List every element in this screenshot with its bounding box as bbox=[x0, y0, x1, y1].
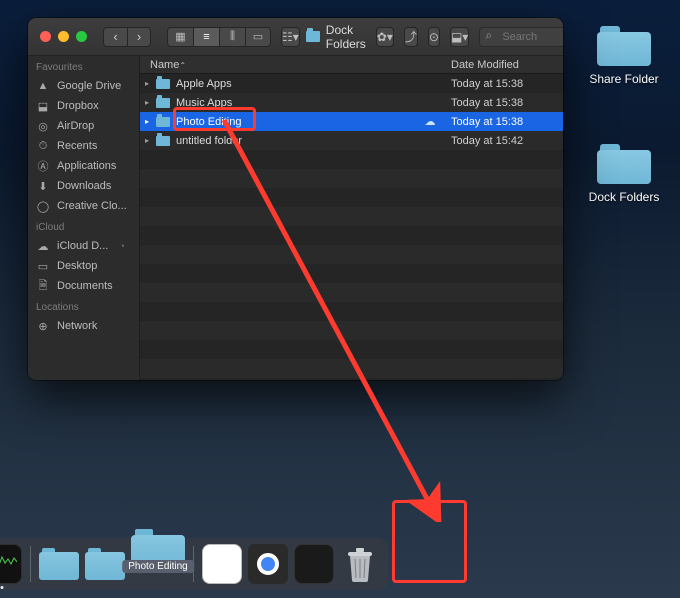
trash-icon bbox=[344, 546, 376, 582]
column-name[interactable]: Name⌃ bbox=[140, 59, 445, 71]
file-name: Apple Apps bbox=[176, 78, 445, 90]
file-date: Today at 15:38 bbox=[445, 97, 563, 109]
minimize-button[interactable] bbox=[58, 31, 69, 42]
sidebar-item-creative-cloud[interactable]: ◯Creative Clo... bbox=[28, 196, 139, 216]
dock-min-window-chrome[interactable] bbox=[248, 544, 288, 584]
window-controls bbox=[40, 31, 87, 42]
finder-sidebar[interactable]: Favourites ▲Google Drive ⬓Dropbox ◎AirDr… bbox=[28, 56, 140, 380]
finder-titlebar[interactable]: ‹ › ▦ ≡ ⫼ ▭ ☷▾ Dock Folders ✿▾ ⤴ ⊙ ⬓▾ bbox=[28, 18, 563, 56]
view-column-button[interactable]: ⫼ bbox=[219, 27, 245, 47]
downloads-icon: ⬇ bbox=[36, 179, 50, 193]
folder-icon bbox=[306, 31, 320, 42]
disclosure-triangle-icon[interactable]: ▸ bbox=[145, 79, 154, 88]
dropbox-button[interactable]: ⬓▾ bbox=[450, 27, 469, 47]
folder-icon bbox=[597, 144, 651, 184]
dock-app-activity-monitor[interactable] bbox=[0, 544, 22, 584]
dock[interactable]: >_ Photo Editing bbox=[0, 538, 388, 590]
folder-icon bbox=[156, 98, 170, 108]
view-mode-group: ▦ ≡ ⫼ ▭ bbox=[167, 27, 271, 47]
drag-label: Photo Editing bbox=[122, 560, 194, 573]
file-date: Today at 15:38 bbox=[445, 78, 563, 90]
desktop-label: Dock Folders bbox=[589, 190, 660, 204]
sidebar-item-icloud-drive[interactable]: ☁iCloud D...◔ bbox=[28, 236, 139, 256]
folder-icon bbox=[156, 136, 170, 146]
file-date: Today at 15:38 bbox=[445, 116, 563, 128]
zoom-button[interactable] bbox=[76, 31, 87, 42]
sort-caret-icon: ⌃ bbox=[179, 61, 194, 70]
sidebar-item-recents[interactable]: ⏱Recents bbox=[28, 136, 139, 156]
table-row[interactable]: ▸ Photo Editing☁ Today at 15:38 bbox=[140, 112, 563, 131]
column-headers[interactable]: Name⌃ Date Modified bbox=[140, 56, 563, 74]
file-rows[interactable]: ▸Apple AppsToday at 15:38▸Music AppsToda… bbox=[140, 74, 563, 380]
close-button[interactable] bbox=[40, 31, 51, 42]
dock-folder-downloads[interactable] bbox=[39, 544, 79, 584]
title-text: Dock Folders bbox=[326, 23, 366, 51]
table-row[interactable]: ▸ untitled folderToday at 15:42 bbox=[140, 131, 563, 150]
sidebar-item-desktop[interactable]: ▭Desktop bbox=[28, 256, 139, 276]
search-input[interactable] bbox=[479, 27, 563, 47]
dock-folder-windows[interactable] bbox=[85, 544, 125, 584]
file-name: untitled folder bbox=[176, 135, 445, 147]
view-icon-button[interactable]: ▦ bbox=[167, 27, 193, 47]
action-button[interactable]: ✿▾ bbox=[376, 27, 394, 47]
disclosure-triangle-icon[interactable]: ▸ bbox=[145, 117, 154, 126]
arrange-button[interactable]: ☷▾ bbox=[281, 27, 300, 47]
column-date-modified[interactable]: Date Modified bbox=[445, 59, 563, 71]
sidebar-item-applications[interactable]: ⒶApplications bbox=[28, 156, 139, 176]
folder-icon bbox=[156, 79, 170, 89]
back-button[interactable]: ‹ bbox=[103, 27, 127, 47]
dock-min-window-affinity[interactable] bbox=[294, 544, 334, 584]
file-date: Today at 15:42 bbox=[445, 135, 563, 147]
table-row[interactable]: ▸ Music AppsToday at 15:38 bbox=[140, 93, 563, 112]
dock-min-window-docs[interactable] bbox=[202, 544, 242, 584]
sidebar-item-dropbox[interactable]: ⬓Dropbox bbox=[28, 96, 139, 116]
dropbox-icon: ⬓ bbox=[36, 99, 50, 113]
folder-icon bbox=[85, 548, 125, 580]
disclosure-triangle-icon[interactable]: ▸ bbox=[145, 98, 154, 107]
running-indicator bbox=[1, 586, 4, 589]
cloud-status-icon: ☁ bbox=[423, 115, 437, 128]
cc-icon: ◯ bbox=[36, 199, 50, 213]
file-name: Photo Editing bbox=[176, 116, 423, 128]
view-gallery-button[interactable]: ▭ bbox=[245, 27, 271, 47]
disclosure-triangle-icon[interactable]: ▸ bbox=[145, 136, 154, 145]
sidebar-item-network[interactable]: ⊕Network bbox=[28, 316, 139, 336]
dock-separator bbox=[30, 546, 31, 582]
table-row[interactable]: ▸ Apple AppsToday at 15:38 bbox=[140, 74, 563, 93]
cloud-icon: ☁ bbox=[36, 239, 50, 253]
window-title: Dock Folders bbox=[306, 23, 366, 51]
airdrop-icon: ◎ bbox=[36, 119, 50, 133]
tags-button[interactable]: ⊙ bbox=[428, 27, 440, 47]
drive-icon: ▲ bbox=[36, 79, 50, 93]
folder-icon bbox=[597, 26, 651, 66]
applications-icon: Ⓐ bbox=[36, 159, 50, 173]
finder-list-pane[interactable]: Name⌃ Date Modified ▸Apple AppsToday at … bbox=[140, 56, 563, 380]
recents-icon: ⏱ bbox=[36, 139, 50, 153]
forward-button[interactable]: › bbox=[127, 27, 151, 47]
dock-folder-drop-target[interactable]: Photo Editing bbox=[131, 547, 185, 571]
desktop-icon: ▭ bbox=[36, 259, 50, 273]
desktop-folder-dock[interactable]: Dock Folders bbox=[580, 144, 668, 204]
file-name: Music Apps bbox=[176, 97, 445, 109]
search-wrap bbox=[475, 27, 563, 47]
sidebar-header-locations: Locations bbox=[28, 296, 139, 316]
sidebar-item-downloads[interactable]: ⬇Downloads bbox=[28, 176, 139, 196]
desktop-folder-share[interactable]: Share Folder bbox=[580, 26, 668, 86]
folder-icon bbox=[156, 117, 170, 127]
folder-icon bbox=[39, 548, 79, 580]
finder-window[interactable]: ‹ › ▦ ≡ ⫼ ▭ ☷▾ Dock Folders ✿▾ ⤴ ⊙ ⬓▾ Fa… bbox=[28, 18, 563, 380]
view-list-button[interactable]: ≡ bbox=[193, 27, 219, 47]
sidebar-item-documents[interactable]: 🗎Documents bbox=[28, 276, 139, 296]
documents-icon: 🗎 bbox=[36, 279, 50, 293]
progress-icon: ◔ bbox=[119, 241, 124, 251]
dock-trash[interactable] bbox=[340, 544, 380, 584]
sidebar-item-airdrop[interactable]: ◎AirDrop bbox=[28, 116, 139, 136]
network-icon: ⊕ bbox=[36, 319, 50, 333]
desktop-label: Share Folder bbox=[589, 72, 658, 86]
sidebar-item-google-drive[interactable]: ▲Google Drive bbox=[28, 76, 139, 96]
sidebar-header-favourites: Favourites bbox=[28, 56, 139, 76]
sidebar-header-icloud: iCloud bbox=[28, 216, 139, 236]
share-button[interactable]: ⤴ bbox=[404, 27, 418, 47]
